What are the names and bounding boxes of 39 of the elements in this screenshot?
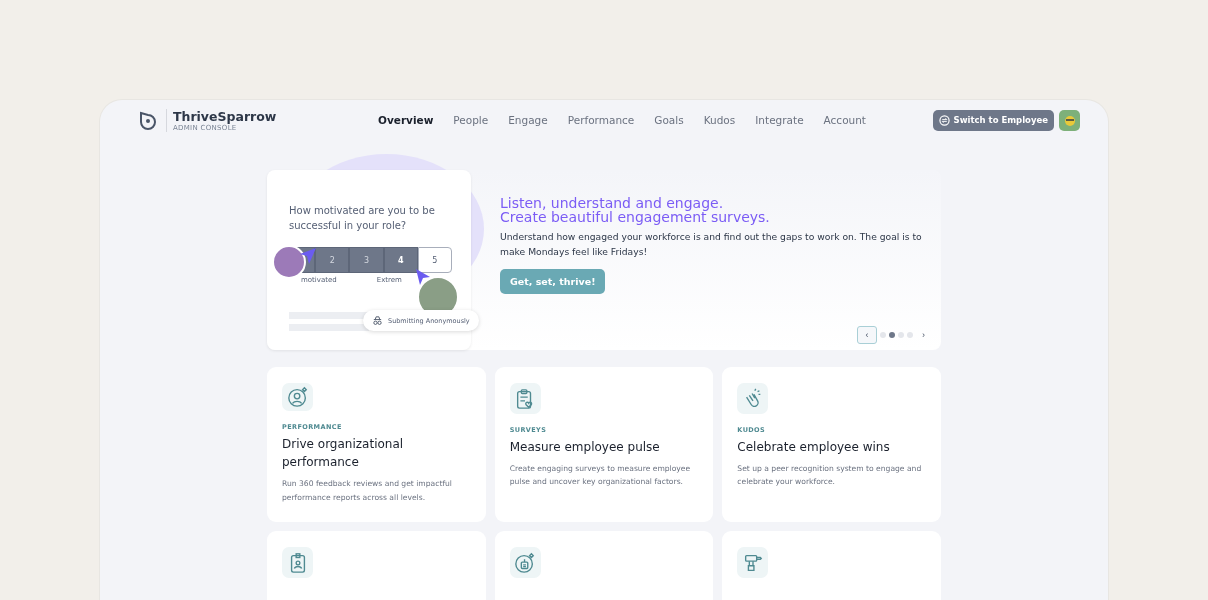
switch-icon (938, 114, 950, 126)
nav-link[interactable]: Account (813, 114, 876, 126)
card-title: Measure employee pulse (509, 439, 660, 456)
cursor-icon (415, 268, 431, 286)
rating-option[interactable]: 4 (383, 247, 418, 273)
hero-description: Understand how engaged your workforce is and find out the gaps to work on. The goal is to make Mondays feel like Fridays! (500, 230, 923, 259)
user-sparkle-icon (282, 383, 313, 412)
rating-option[interactable]: 2 (315, 247, 350, 273)
clapping-hands-icon (737, 383, 769, 414)
survey-question: How motivated are you to be successful in your role? (289, 204, 436, 233)
next-button[interactable]: › (916, 330, 929, 340)
robot-sparkle-icon (509, 547, 541, 578)
nav-link[interactable]: Engage (498, 114, 558, 126)
carousel-dot[interactable] (898, 332, 904, 338)
hero-title: Listen, understand and engage. (500, 196, 725, 210)
previous-button[interactable]: ‹ (857, 326, 877, 344)
nav-link[interactable]: Goals (644, 114, 694, 126)
nav-link[interactable]: Performance (557, 114, 645, 126)
carousel-dot[interactable] (889, 332, 895, 338)
rating-option[interactable]: 3 (349, 247, 384, 273)
cta-button[interactable]: Get, set, thrive! (500, 269, 606, 295)
cursor-icon (299, 247, 317, 265)
switch-button[interactable]: Switch to Employee (932, 109, 1054, 131)
card-title: Celebrate employee wins (737, 439, 890, 456)
nav-link[interactable]: Kudos (693, 114, 746, 126)
nav-link[interactable]: Overview (368, 114, 444, 126)
carousel-dot[interactable] (880, 332, 886, 338)
card-title: Drive organizational performance (282, 436, 405, 472)
nav-link[interactable]: Integrate (745, 114, 814, 126)
nav-link[interactable]: People (443, 114, 499, 126)
rating-option[interactable]: 5 (417, 247, 452, 273)
user-avatar[interactable] (1059, 109, 1080, 131)
carousel-dot[interactable] (907, 332, 913, 338)
hero-title: Create beautiful engagement surveys. (500, 210, 771, 224)
drill-icon (737, 547, 769, 578)
brand-name: ThriveSparrow (173, 108, 277, 124)
incognito-icon (372, 315, 383, 326)
id-badge-icon (282, 547, 313, 578)
bird-logo-icon (138, 110, 158, 130)
